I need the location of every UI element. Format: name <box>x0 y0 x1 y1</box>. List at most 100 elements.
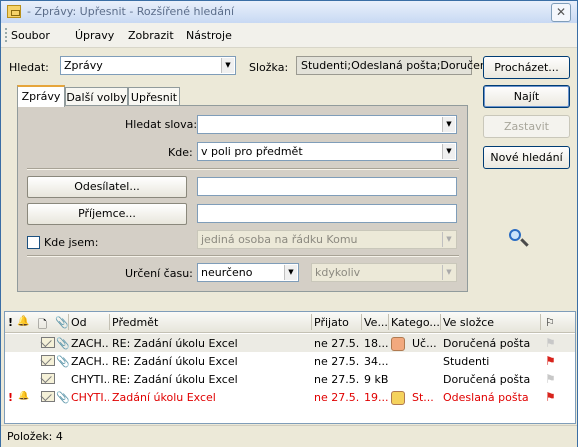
menu-bar: Soubor Úpravy Zobrazit Nástroje <box>1 23 577 48</box>
chevron-down-icon[interactable]: ▼ <box>442 117 455 132</box>
folder-label: Složka: <box>249 61 289 74</box>
advanced-find-app-icon <box>7 5 21 18</box>
row-from: ZACH... <box>71 337 109 350</box>
reminder-bell-icon[interactable]: 🔔 <box>17 316 29 327</box>
row-size: 34... <box>364 355 388 368</box>
menu-file[interactable]: Soubor <box>11 29 50 42</box>
tab-messages[interactable]: Zprávy <box>17 85 65 107</box>
menu-tools[interactable]: Nástroje <box>186 29 232 42</box>
row-from: CHYTI... <box>71 391 109 404</box>
find-type-select[interactable]: Zprávy ▼ <box>60 56 236 75</box>
new-search-button[interactable]: Nové hledání <box>483 146 570 169</box>
row-received: ne 27.5.... <box>314 337 360 350</box>
row-size: 18... <box>364 337 388 350</box>
category-color-icon <box>391 391 405 405</box>
white-flag-icon[interactable]: ⚑ <box>545 372 556 386</box>
importance-column-header[interactable]: ! <box>8 316 13 329</box>
row-subject: RE: Zadání úkolu Excel <box>112 355 238 368</box>
where-label: Kde: <box>168 146 193 159</box>
tab-advanced[interactable]: Upřesnit <box>128 87 180 106</box>
where-i-am-select[interactable]: jediná osoba na řádku Komu ▼ <box>197 230 457 249</box>
menu-grip-icon[interactable] <box>5 28 10 42</box>
window-title: - Zprávy: Upřesnit - Rozšířené hledání <box>27 5 235 18</box>
sent-to-button[interactable]: Příjemce... <box>27 203 187 225</box>
from-button[interactable]: Odesílatel... <box>27 176 187 198</box>
where-i-am-checkbox[interactable] <box>27 236 40 249</box>
category-color-icon <box>391 337 405 351</box>
time-select[interactable]: neurčeno ▼ <box>197 263 299 282</box>
subject-column-header[interactable]: Předmět <box>112 316 158 329</box>
message-envelope-icon <box>41 355 55 366</box>
sent-to-input[interactable] <box>197 204 457 223</box>
time-range-value: kdykoliv <box>315 266 361 279</box>
search-words-input[interactable]: ▼ <box>197 115 457 134</box>
flag-column-icon[interactable]: ⚐ <box>545 316 555 329</box>
red-flag-icon[interactable]: ⚑ <box>545 354 556 368</box>
from-input[interactable] <box>197 177 457 196</box>
high-importance-icon: ! <box>8 391 14 404</box>
category-column-header[interactable]: Katego... <box>391 316 440 329</box>
row-folder: Doručená pošta <box>443 373 531 386</box>
received-column-header[interactable]: Přijato <box>314 316 349 329</box>
chevron-down-icon: ▼ <box>442 232 455 247</box>
status-bar: Položek: 4 <box>1 425 577 447</box>
message-envelope-icon <box>41 373 55 384</box>
row-folder: Odeslaná pošta <box>443 391 529 404</box>
where-select[interactable]: v poli pro předmět ▼ <box>197 142 457 161</box>
size-column-header[interactable]: Ve... <box>364 316 388 329</box>
row-received: ne 27.5.... <box>314 355 360 368</box>
chevron-down-icon[interactable]: ▼ <box>442 144 455 159</box>
where-value: v poli pro předmět <box>201 145 303 158</box>
time-value: neurčeno <box>201 266 253 279</box>
white-flag-icon[interactable]: ⚑ <box>545 336 556 350</box>
chevron-down-icon[interactable]: ▼ <box>284 265 297 280</box>
attachment-column-icon[interactable]: 📎 <box>55 316 69 329</box>
item-type-icon[interactable]: 🗋 <box>38 316 47 335</box>
where-i-am-value: jediná osoba na řádku Komu <box>201 233 358 246</box>
table-row[interactable]: 📎ZACH...RE: Zadání úkolu Excel ne 27.5...… <box>5 352 575 370</box>
row-received: ne 27.5.... <box>314 391 360 404</box>
results-header: ! 🔔 🗋 📎 Od Předmět Přijato Ve... Katego.… <box>5 312 575 333</box>
folder-field: Studenti;Odeslaná pošta;Doručená <box>296 56 494 75</box>
row-subject: RE: Zadání úkolu Excel <box>112 337 238 350</box>
results-list[interactable]: ! 🔔 🗋 📎 Od Předmět Přijato Ve... Katego.… <box>4 311 576 424</box>
row-subject: RE: Zadání úkolu Excel <box>112 373 238 386</box>
item-count: Položek: 4 <box>7 430 63 443</box>
message-envelope-icon <box>41 391 55 402</box>
find-label: Hledat: <box>9 61 49 74</box>
time-range-select[interactable]: kdykoliv ▼ <box>311 263 457 282</box>
menu-edit[interactable]: Úpravy <box>75 29 114 42</box>
from-column-header[interactable]: Od <box>71 316 87 329</box>
row-folder: Studenti <box>443 355 490 368</box>
message-envelope-icon <box>41 337 55 348</box>
row-size: 9 kB <box>364 373 388 386</box>
tab-more-choices[interactable]: Další volby <box>65 87 128 106</box>
advanced-find-window: - Zprávy: Upřesnit - Rozšířené hledání ✕… <box>0 0 578 447</box>
red-flag-icon[interactable]: ⚑ <box>545 390 556 404</box>
menu-view[interactable]: Zobrazit <box>128 29 174 42</box>
form-separator <box>27 168 459 170</box>
stop-button[interactable]: Zastavit <box>483 115 570 138</box>
title-bar[interactable]: - Zprávy: Upřesnit - Rozšířené hledání ✕ <box>1 1 577 23</box>
close-button[interactable]: ✕ <box>551 3 571 22</box>
row-category: Uč... <box>412 337 437 350</box>
chevron-down-icon[interactable]: ▼ <box>221 58 234 73</box>
attachment-icon: 📎 <box>56 337 70 350</box>
table-row[interactable]: 📎ZACH...RE: Zadání úkolu Excel ne 27.5...… <box>5 334 575 352</box>
row-size: 19... <box>364 391 388 404</box>
search-words-label: Hledat slova: <box>125 118 198 131</box>
time-label: Určení času: <box>125 267 193 280</box>
row-from: ZACH... <box>71 355 109 368</box>
table-row[interactable]: ! 🔔 📎CHYTI...Zadání úkolu Excel ne 27.5....… <box>5 388 575 406</box>
row-folder: Doručená pošta <box>443 337 531 350</box>
find-now-button[interactable]: Najít <box>483 85 570 108</box>
reminder-bell-icon: 🔔 <box>18 391 30 401</box>
magnifier-icon <box>509 229 529 247</box>
browse-button[interactable]: Procházet... <box>483 56 570 79</box>
folder-column-header[interactable]: Ve složce <box>443 316 494 329</box>
table-row[interactable]: CHYTI...RE: Zadání úkolu Excel ne 27.5...… <box>5 370 575 388</box>
where-i-am-label: Kde jsem: <box>44 236 99 249</box>
attachment-icon: 📎 <box>56 355 70 368</box>
row-category: St... <box>412 391 434 404</box>
attachment-icon: 📎 <box>56 391 70 404</box>
